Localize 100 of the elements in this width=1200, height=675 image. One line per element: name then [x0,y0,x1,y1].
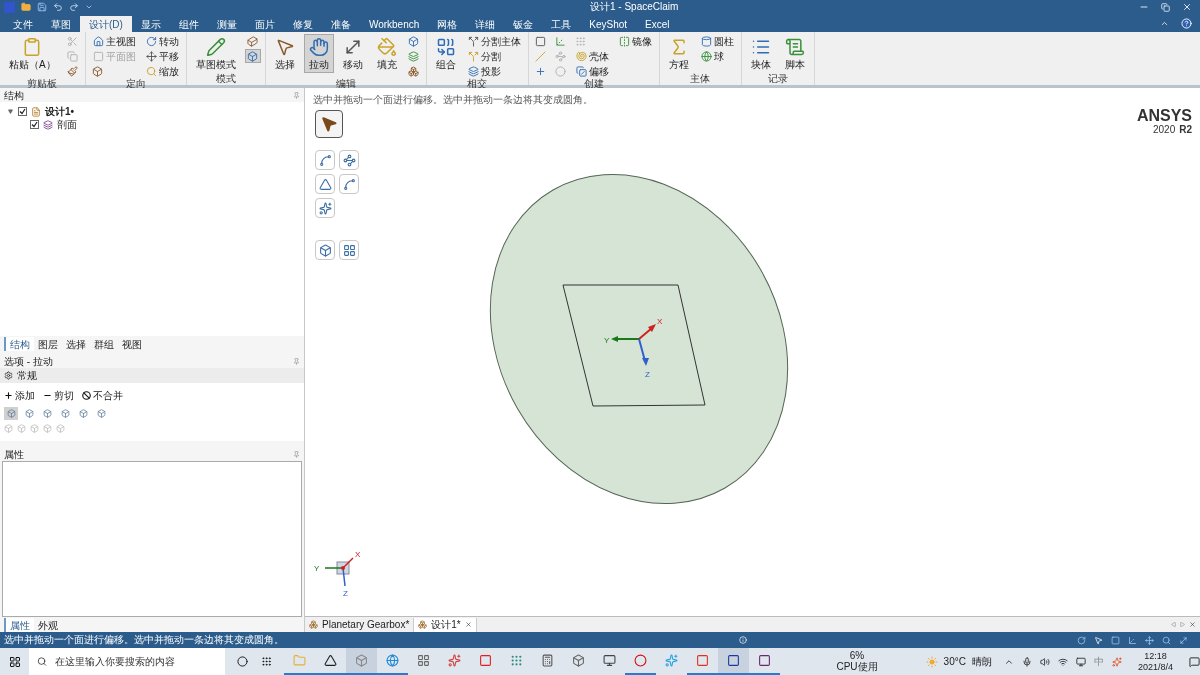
microphone-icon[interactable] [1021,656,1032,667]
disabled-tools-drawing [4,424,65,433]
speaker-icon[interactable] [1039,656,1050,667]
assembly-icon [309,620,318,629]
ribbon-button[interactable]: 方程 [663,34,694,73]
search-box[interactable]: 在这里输入你要搜索的内容 [29,648,226,675]
option-button[interactable]: 不合并 [82,388,123,403]
undo-icon[interactable] [53,2,63,12]
mini-triad-drawing [324,557,354,587]
ribbon-tab[interactable]: Excel [636,16,679,32]
ribbon-tab[interactable]: 设计(D) [80,16,132,32]
notification-icon[interactable] [1188,655,1200,668]
ribbon-tab[interactable]: 工具 [542,16,581,32]
option-tool-button[interactable] [94,407,108,420]
checkbox[interactable] [30,120,39,129]
ribbon-button[interactable]: 转动 [142,34,182,48]
help-icon[interactable] [1181,18,1192,29]
ribbon-icon-button[interactable] [244,49,261,63]
panel-tab[interactable]: 属性 [4,617,34,632]
dots-icon [555,50,567,62]
document-tab[interactable]: 设计1* [414,617,477,632]
window-title: 设计1 - SpaceClaim [590,2,679,12]
ribbon-tab[interactable]: 面片 [245,16,284,32]
ribbon-button[interactable]: 投影 [464,64,524,78]
expand-toggle[interactable] [8,109,14,114]
ribbon-button[interactable]: 块体 [745,34,776,73]
ribbon-tab[interactable]: 显示 [131,16,170,32]
ribbon-button[interactable]: 拉动 [303,34,334,73]
ribbon-button[interactable]: 组合 [430,34,461,73]
checkbox[interactable] [18,107,27,116]
ribbon-button[interactable]: 偏移 [572,64,612,78]
panel-tab[interactable]: 选择 [62,336,90,351]
option-tool-button[interactable] [4,407,18,420]
option-tool-button[interactable] [40,407,54,420]
version-text: 2020 [1152,125,1176,135]
canvas-tool-button[interactable] [315,110,343,138]
ribbon-tab[interactable]: 准备 [321,16,360,32]
panel-tab[interactable]: 图层 [34,336,62,351]
search-field[interactable]: 在这里输入你要搜索的内容 [55,654,218,669]
info-icon[interactable] [739,636,747,644]
layers-icon [408,50,420,62]
network-icon[interactable] [1057,656,1068,667]
save-icon[interactable] [37,2,47,12]
collapse-icon[interactable] [1160,19,1169,28]
ribbon-tab[interactable]: 钣金 [504,16,543,32]
option-tool-button[interactable] [76,407,90,420]
ribbon-button[interactable]: 镜像 [615,34,655,48]
ribbon-button[interactable]: 壳体 [572,49,612,63]
ribbon-button[interactable]: 球 [697,49,737,63]
triangle-icon [318,177,332,191]
ribbon-button[interactable]: 平移 [142,49,182,63]
tree-item[interactable]: 设计1• [45,104,75,119]
ribbon-button[interactable]: 移动 [337,34,368,73]
ribbon-tab[interactable]: 网格 [428,16,467,32]
option-tool-button[interactable] [58,407,72,420]
monitor-icon[interactable] [1075,656,1086,667]
ribbon-button[interactable]: 填充 [371,34,402,73]
redo-icon[interactable] [69,2,79,12]
ribbon-tab[interactable]: 详细 [466,16,505,32]
ribbon-tab[interactable]: Workbench [359,16,429,32]
ribbon-button[interactable]: 草图模式 [190,34,241,73]
ribbon-tab[interactable]: 文件 [4,16,42,32]
ribbon-button[interactable]: 分割主体 [464,34,524,48]
panel-tab[interactable]: 视图 [118,336,146,351]
cylinder-icon [700,35,712,47]
ribbon-button[interactable]: 主视图 [89,34,139,48]
caret-icon[interactable] [85,3,93,11]
task-view-icon[interactable] [261,656,273,667]
ribbon-button[interactable]: 缩放 [142,64,182,78]
ribbon-tab[interactable]: 测量 [207,16,246,32]
ribbon-icon-button[interactable] [405,49,422,63]
ribbon-button[interactable]: 分割 [464,49,524,63]
ribbon-tab[interactable]: KeyShot [580,16,637,32]
ribbon-button[interactable]: 脚本 [779,34,810,73]
ribbon-icon-button[interactable] [405,64,422,78]
sparkle-icon[interactable] [1111,656,1122,667]
ribbon-icon-button[interactable] [244,34,261,48]
panel-tab[interactable]: 群组 [90,336,118,351]
tree-item[interactable]: 剖面 [57,117,77,132]
taskbar-app[interactable] [718,648,750,675]
globe-icon [386,654,400,667]
panel-tab[interactable]: 外观 [34,617,62,632]
ribbon-button[interactable]: 粘贴（A） [4,34,61,73]
folder-icon[interactable] [21,2,31,12]
option-tool-button[interactable] [22,407,36,420]
ribbon-button[interactable]: 选择 [269,34,300,73]
option-button[interactable]: 剪切 [43,388,74,403]
ribbon-tab[interactable]: 修复 [283,16,322,32]
ribbon-tab[interactable]: 组件 [169,16,208,32]
close-icon[interactable] [464,621,472,628]
option-button[interactable]: 添加 [4,388,35,403]
restore-icon[interactable] [1161,2,1170,12]
ribbon-button[interactable]: 圆柱 [697,34,737,48]
close-icon[interactable] [1182,2,1192,12]
close-icon[interactable] [1189,621,1196,628]
start-icon[interactable] [8,655,21,668]
ribbon-tab[interactable]: 草图 [42,16,80,32]
panel-tab[interactable]: 结构 [4,336,34,351]
ribbon-icon-button[interactable] [64,64,81,78]
brush-icon [67,65,79,77]
